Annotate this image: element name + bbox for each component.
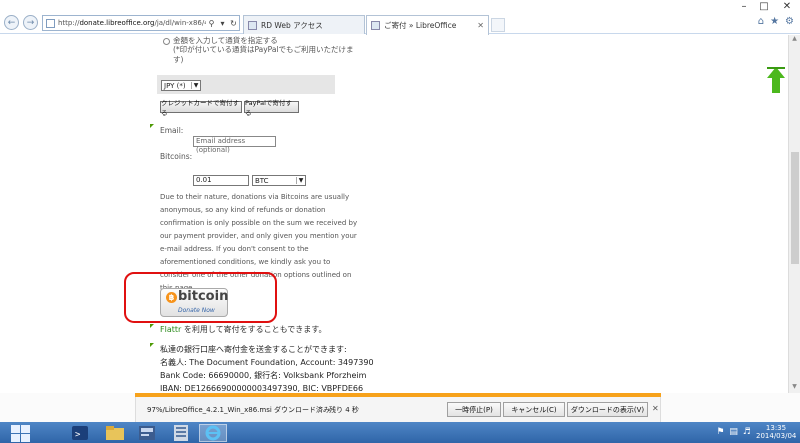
favorites-star-icon[interactable]: ★ [770, 16, 779, 27]
bitcoin-button-sub: Donate Now [178, 307, 215, 314]
back-arrow-icon: ← [7, 17, 16, 28]
flattr-link[interactable]: Flattr [160, 325, 181, 334]
scroll-up-arrow-icon[interactable]: ▲ [789, 35, 800, 45]
settings-gear-icon[interactable]: ⚙ [785, 16, 794, 27]
toolbar-right-icons: ⌂ ★ ⚙ [758, 16, 794, 27]
green-bullet-icon [150, 324, 154, 328]
tab-label: ご寄付 » LibreOffice [384, 21, 457, 30]
currency-value: JPY (*) [164, 81, 186, 90]
page-content: 金額を入力して通貨を指定する (*印が付いている通貨はPayPalでもご利用いた… [0, 35, 788, 393]
bank-line: Bank Code: 66690000, 銀行名: Volksbank Pfor… [160, 371, 367, 380]
start-button[interactable] [4, 424, 37, 442]
bitcoin-logo-icon: ฿ [166, 292, 177, 303]
chevron-down-icon: ▼ [296, 177, 305, 184]
forward-arrow-icon: → [26, 17, 35, 28]
taskbar-internet-explorer-icon[interactable] [199, 424, 227, 442]
currency-select[interactable]: JPY (*) ▼ [161, 80, 201, 91]
page-favicon-icon [46, 18, 55, 28]
bitcoin-donate-button[interactable]: ฿ bitcoin Donate Now [160, 288, 228, 317]
close-window-button[interactable]: ✕ [774, 0, 800, 12]
refresh-icon[interactable]: ↻ [228, 19, 239, 28]
window-controls: – □ ✕ [734, 0, 800, 12]
scrollbar-thumb[interactable] [791, 152, 799, 264]
tab-favicon-icon [371, 21, 380, 30]
bank-line: IBAN: DE12666900000003497390, BIC: VBPFD… [160, 384, 364, 393]
amount-note: (*印が付いている通貨はPayPalでもご利用いただけます) [173, 45, 354, 64]
flag-icon[interactable]: ⚑ [716, 427, 724, 437]
close-download-bar-icon[interactable]: ✕ [652, 404, 659, 413]
tab-donate[interactable]: ご寄付 » LibreOffice ✕ [366, 15, 489, 35]
taskbar-server-manager-icon[interactable] [133, 424, 161, 442]
vertical-scrollbar[interactable]: ▲ ▼ [788, 35, 800, 393]
minimize-button[interactable]: – [734, 0, 754, 12]
home-icon[interactable]: ⌂ [758, 16, 764, 27]
url-host: donate.libreoffice.org [79, 19, 155, 27]
tab-label: RD Web アクセス [261, 20, 323, 30]
clock-date: 2014/03/04 [756, 432, 797, 440]
email-input[interactable]: Email address (optional) [193, 136, 276, 154]
scroll-down-arrow-icon[interactable]: ▼ [789, 383, 800, 393]
volume-icon[interactable]: ♬ [743, 427, 751, 437]
paypal-donate-button[interactable]: PayPalで寄付する [244, 99, 299, 117]
taskbar-powershell-icon[interactable]: > [66, 424, 94, 442]
dropdown-icon[interactable]: ▾ [217, 19, 228, 28]
btc-currency-value: BTC [255, 176, 269, 185]
system-tray: ⚑ ▤ ♬ 13:35 2014/03/04 [716, 424, 796, 440]
address-bar[interactable]: http://donate.libreoffice.org/ja/dl/win-… [42, 15, 240, 31]
download-panel: 97%/LibreOffice_4.2.1_Win_x86.msi ダウンロード… [135, 397, 661, 422]
url-path: /ja/dl/win-x86/4.2.1/ja/Li [154, 19, 206, 27]
network-icon[interactable]: ▤ [729, 427, 738, 437]
btc-currency-select[interactable]: BTC ▼ [252, 175, 306, 186]
bitcoin-button-word: bitcoin [178, 289, 229, 304]
pause-download-button[interactable]: 一時停止(P) [447, 402, 501, 417]
btc-amount-input[interactable]: 0.01 [193, 175, 249, 186]
close-tab-icon[interactable]: ✕ [477, 21, 484, 30]
windows-taskbar: > ⚑ ▤ ♬ 13:35 2014/03/04 [0, 422, 800, 443]
bank-details: 私達の銀行口座へ寄付金を送金することができます: 名義人: The Docume… [160, 343, 374, 393]
credit-card-donate-button[interactable]: クレジットカードで寄付する [160, 99, 242, 117]
flattr-text: を利用して寄付をすることもできます。 [181, 325, 327, 334]
bank-line: 私達の銀行口座へ寄付金を送金することができます: [160, 345, 347, 354]
clock-time: 13:35 [765, 424, 787, 432]
taskbar-tools-icon[interactable] [167, 424, 195, 442]
email-label: Email: [160, 126, 184, 135]
view-downloads-button[interactable]: ダウンロードの表示(V) [567, 402, 648, 417]
back-button[interactable]: ← [4, 15, 19, 30]
download-remaining: 残り 4 秒 [329, 406, 359, 414]
windows-logo-icon [11, 424, 20, 433]
maximize-button[interactable]: □ [754, 0, 774, 12]
new-tab-button[interactable] [491, 18, 505, 32]
go-to-top-arrow-icon[interactable] [767, 67, 785, 93]
green-bullet-icon [150, 343, 154, 347]
search-icon[interactable]: ⚲ [206, 19, 217, 28]
url-prefix: http:// [58, 19, 80, 27]
download-filename: 97%/LibreOffice_4.2.1_Win_x86.msi ダウンロード… [147, 406, 331, 414]
amount-radio-button[interactable] [163, 38, 170, 45]
tab-rd-web[interactable]: RD Web アクセス [243, 15, 365, 34]
clock[interactable]: 13:35 2014/03/04 [756, 424, 796, 440]
forward-button[interactable]: → [23, 15, 38, 30]
flattr-row: Flattr を利用して寄付をすることもできます。 [160, 324, 326, 335]
bank-line: 名義人: The Document Foundation, Account: 3… [160, 358, 374, 367]
green-bullet-icon [150, 124, 154, 128]
tab-favicon-icon [248, 20, 257, 30]
cancel-download-button[interactable]: キャンセル(C) [503, 402, 565, 417]
chevron-down-icon: ▼ [191, 82, 200, 89]
url-text[interactable]: http://donate.libreoffice.org/ja/dl/win-… [58, 19, 206, 27]
taskbar-explorer-icon[interactable] [101, 424, 129, 442]
svg-text:>: > [75, 430, 81, 440]
download-notification-bar: 97%/LibreOffice_4.2.1_Win_x86.msi ダウンロード… [0, 393, 800, 422]
browser-toolbar: ← → http://donate.libreoffice.org/ja/dl/… [0, 12, 800, 35]
bitcoins-label: Bitcoins: [160, 152, 193, 161]
